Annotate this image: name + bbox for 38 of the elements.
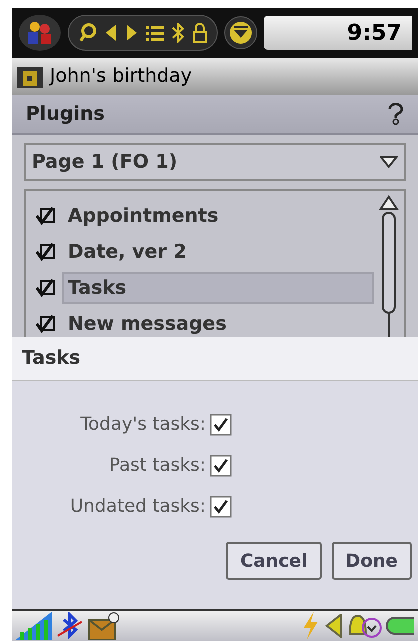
checkbox[interactable] <box>36 278 56 298</box>
plugin-item[interactable]: Date, ver 2 <box>62 236 374 268</box>
scroll-icon[interactable] <box>224 16 258 50</box>
checkbox[interactable] <box>36 206 56 226</box>
bluetooth-icon[interactable] <box>172 23 184 43</box>
checkbox[interactable] <box>210 454 232 476</box>
search-icon[interactable] <box>79 23 98 43</box>
people-icon[interactable] <box>18 14 62 52</box>
lock-icon[interactable] <box>192 23 207 43</box>
plugin-item[interactable]: Tasks <box>62 272 374 304</box>
speaker-icon <box>324 614 342 638</box>
checkbox[interactable] <box>36 314 56 334</box>
signal-icon <box>16 612 52 640</box>
bluetooth-off-icon <box>56 612 84 640</box>
help-icon[interactable] <box>388 102 404 126</box>
option-label: Undated tasks: <box>70 495 206 519</box>
checkbox[interactable] <box>210 496 232 518</box>
battery-icon <box>386 614 414 638</box>
checkbox[interactable] <box>36 242 56 262</box>
panel-title: Plugins <box>26 102 105 127</box>
page-dropdown[interactable]: Page 1 (FO 1) <box>24 143 406 181</box>
lightning-icon <box>302 612 320 640</box>
window-title: John's birthday <box>50 64 192 88</box>
clock: 9:57 <box>264 16 412 50</box>
plugin-item[interactable]: New messages <box>62 308 374 337</box>
dropdown-arrow-icon <box>380 156 398 168</box>
calendar-icon <box>16 66 44 88</box>
back-icon[interactable] <box>105 24 118 42</box>
cancel-button[interactable]: Cancel <box>226 542 322 580</box>
scrollbar-icon[interactable] <box>379 195 399 337</box>
checkbox[interactable] <box>210 414 232 436</box>
dialog-title: Tasks <box>22 346 81 372</box>
plugin-item[interactable]: Appointments <box>62 200 374 232</box>
forward-icon[interactable] <box>126 24 138 42</box>
done-button[interactable]: Done <box>332 542 412 580</box>
option-label: Past tasks: <box>109 454 206 478</box>
option-label: Today's tasks: <box>80 413 206 437</box>
list-icon[interactable] <box>146 25 164 41</box>
